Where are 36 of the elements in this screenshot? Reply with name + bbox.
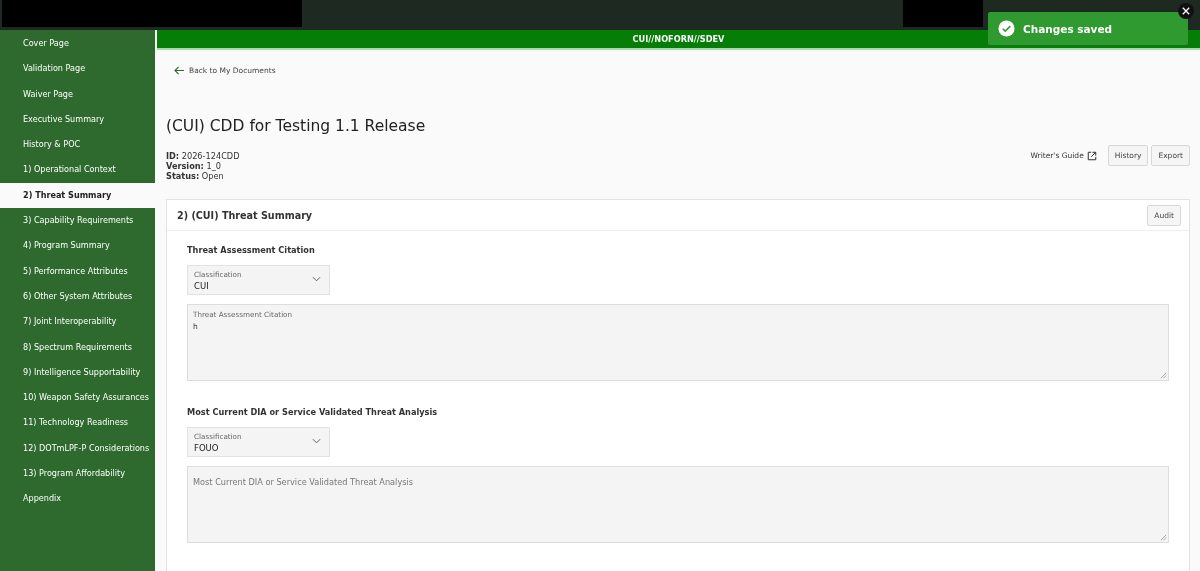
sidebar-item[interactable]: 2) Threat Summary xyxy=(0,182,155,209)
sidebar-item[interactable]: 8) Spectrum Requirements xyxy=(0,334,155,360)
sidebar-item[interactable]: 13) Program Affordability xyxy=(0,461,155,487)
panel-title: 2) (CUI) Threat Summary xyxy=(177,209,313,221)
close-button[interactable] xyxy=(1178,3,1194,19)
sidebar-item[interactable]: Cover Page xyxy=(0,31,155,57)
sidebar-item[interactable]: Validation Page xyxy=(0,56,155,82)
meta-line: Status: Open xyxy=(166,171,225,181)
document-title: (CUI) CDD for Testing 1.1 Release xyxy=(166,117,427,135)
chevron-down-icon xyxy=(312,438,321,444)
meta-line: ID: 2026-124CDD xyxy=(166,151,240,161)
resize-grip-icon xyxy=(1160,372,1167,379)
sidebar-item[interactable]: 1) Operational Context xyxy=(0,157,155,183)
sidebar-item[interactable]: 6) Other System Attributes xyxy=(0,283,155,310)
sidebar-item[interactable]: 11) Technology Readiness xyxy=(0,410,155,436)
meta-line: Version: 1_0 xyxy=(166,161,222,171)
sidebar-item[interactable]: 12) DOTmLPF-P Considerations xyxy=(0,435,155,462)
sidebar-item[interactable]: 9) Intelligence Supportability xyxy=(0,359,155,386)
close-icon xyxy=(1182,7,1190,15)
check-icon xyxy=(998,20,1015,37)
sidebar-item[interactable]: 5) Performance Attributes xyxy=(0,258,155,284)
text-area[interactable]: Most Current DIA or Service Validated Threat Analysis xyxy=(187,466,1169,543)
sidebar-item[interactable]: 10) Weapon Safety Assurances xyxy=(0,385,155,411)
section-heading: Threat Assessment Citation xyxy=(187,245,316,255)
section-heading: Most Current DIA or Service Validated Threat Analysis xyxy=(187,407,439,417)
external-link-icon xyxy=(1086,150,1097,161)
sidebar-item[interactable]: 7) Joint Interoperability xyxy=(0,309,155,335)
back-arrow-icon xyxy=(174,66,185,75)
sidebar-item[interactable]: History & POC xyxy=(0,132,155,158)
sidebar-item[interactable]: Executive Summary xyxy=(0,106,155,133)
sidebar-item[interactable]: Waiver Page xyxy=(0,81,155,107)
resize-grip-icon xyxy=(1160,534,1167,541)
sidebar-item[interactable]: 4) Program Summary xyxy=(0,233,155,259)
sidebar-item[interactable]: Appendix xyxy=(0,486,155,512)
chevron-down-icon xyxy=(312,276,321,282)
sidebar-item[interactable]: 3) Capability Requirements xyxy=(0,208,155,234)
